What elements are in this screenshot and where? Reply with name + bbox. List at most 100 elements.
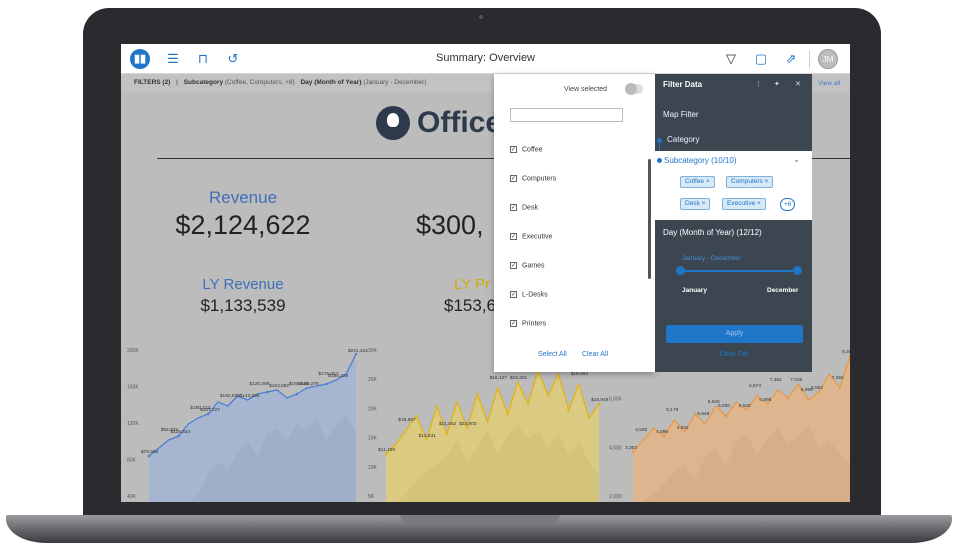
profit-chart-tick-label: 30K [368, 348, 378, 354]
orders-chart-data-label: 6,562 [811, 385, 823, 391]
revenue-chart-point [295, 392, 299, 396]
revenue-chart-data-label: $120,289 [249, 381, 269, 387]
range-start-label: January [682, 287, 707, 294]
option-label: Executive [522, 233, 553, 241]
revenue-chart-tick-label: 200K [127, 348, 139, 354]
option-label: Computers [522, 175, 557, 183]
filter-panel-title: Filter Data [663, 80, 703, 89]
orders-chart-data-label: 7,035 [790, 377, 802, 383]
revenue-chart-point [206, 412, 210, 416]
revenue-chart-data-label: $116,924 [171, 429, 191, 435]
profit-chart-tick-label: 5K [368, 494, 375, 500]
profit-chart-data-label: $16,127 [490, 375, 508, 381]
filter-subcategory-name: Subcategory [183, 79, 224, 86]
orders-chart-tick-label: 2,000 [609, 494, 622, 500]
slider-start-handle[interactable] [676, 266, 685, 275]
profit-value: $300, [416, 210, 484, 240]
revenue-chart-data-label: $70,666 [141, 449, 159, 455]
dropdown-option[interactable]: ✓ Desk [510, 204, 538, 211]
profit-chart-tick-label: 10K [368, 465, 378, 471]
filter-chip[interactable]: Coffee × [680, 176, 715, 188]
subcategory-title[interactable]: Subcategory (10/10) [664, 156, 737, 165]
slider-end-handle[interactable] [793, 266, 802, 275]
checkbox-icon[interactable]: ✓ [510, 204, 517, 211]
orders-chart-data-label: 4,944 [677, 425, 689, 431]
view-all-link[interactable]: View all [818, 80, 840, 87]
clear-all-link[interactable]: Clear All [582, 351, 608, 358]
select-all-link[interactable]: Select All [538, 351, 567, 358]
ly-profit-label: LY Pr [454, 276, 491, 293]
checkbox-icon[interactable]: ✓ [510, 233, 517, 240]
profit-chart-data-label: $21,562 [439, 421, 457, 427]
checkbox-icon[interactable]: ✓ [510, 320, 517, 327]
revenue-chart-data-label: $150,276 [299, 381, 319, 387]
profit-chart-point [567, 408, 570, 412]
avatar[interactable]: JM [818, 49, 838, 69]
orders-chart-point [786, 396, 790, 400]
pin-icon[interactable]: ✦ [774, 80, 780, 88]
dropdown-scrollbar[interactable] [648, 159, 651, 279]
dropdown-option[interactable]: ✓ Executive [510, 233, 552, 240]
revenue-label: Revenue [208, 188, 278, 207]
orders-chart-data-label: 5,830 [718, 403, 730, 409]
more-chips-badge[interactable]: +6 [780, 198, 796, 211]
revenue-chart-tick-label: 40K [127, 494, 137, 500]
filter-chip[interactable]: Computers × [726, 176, 774, 188]
view-selected-toggle[interactable] [625, 83, 643, 95]
orders-chart-point [848, 354, 850, 358]
share-icon[interactable]: ⇗ [781, 49, 801, 69]
dropdown-option[interactable]: ✓ Games [510, 262, 545, 269]
orders-chart-data-label: 5,179 [666, 407, 678, 413]
day-filter-title[interactable]: Day (Month of Year) (12/12) [663, 228, 762, 237]
profit-chart-point [476, 392, 479, 396]
more-icon[interactable]: ⋮ [755, 80, 762, 88]
top-toolbar: ▮▮ ☰ ⊓ ↺ Summary: Overview ▽ ▢ ⇗ JM [121, 44, 850, 74]
revenue-chart-data-label: $143,086 [240, 393, 260, 399]
orders-chart-point [662, 434, 666, 438]
revenue-chart-data-label: $162,533 [220, 393, 240, 399]
checkbox-icon[interactable]: ✓ [510, 146, 517, 153]
month-range-slider[interactable] [679, 270, 797, 272]
option-label: Coffee [522, 146, 543, 154]
revenue-chart-data-label: $163,992 [269, 383, 289, 389]
filters-count: FILTERS (2) [134, 79, 171, 86]
filter-chip[interactable]: Executive × [722, 198, 766, 210]
filter-icon[interactable]: ▽ [721, 49, 741, 69]
app-screen: ▮▮ ☰ ⊓ ↺ Summary: Overview ▽ ▢ ⇗ JM FILT… [121, 44, 850, 502]
tree-dot-icon [657, 138, 662, 143]
clear-filters-link[interactable]: Clear Filt [655, 351, 812, 358]
close-icon[interactable]: ✕ [795, 80, 801, 88]
orders-chart-data-label: 6,674 [749, 383, 761, 389]
map-filter-item[interactable]: Map Filter [663, 110, 699, 119]
comment-icon[interactable]: ▢ [751, 49, 771, 69]
orders-chart-data-label: 4,096 [656, 429, 668, 435]
checkbox-icon[interactable]: ✓ [510, 175, 517, 182]
category-item[interactable]: Category [667, 135, 699, 144]
revenue-chart-point [177, 434, 180, 438]
filter-separator: | [176, 79, 178, 86]
option-label: Printers [522, 320, 547, 328]
revenue-chart-data-label: $107,227 [200, 407, 220, 413]
laptop-mockup: ▮▮ ☰ ⊓ ↺ Summary: Overview ▽ ▢ ⇗ JM FILT… [0, 0, 958, 550]
checkbox-icon[interactable]: ✓ [510, 291, 517, 298]
filter-chip[interactable]: Desk × [680, 198, 711, 210]
dropdown-option[interactable]: ✓ Coffee [510, 146, 543, 153]
orders-chart-point [755, 394, 759, 398]
dropdown-option[interactable]: ✓ Computers [510, 175, 556, 182]
profit-chart-data-label: $18,949 [591, 397, 609, 403]
orders-chart-data-label: 3,302 [625, 445, 637, 451]
apply-button[interactable]: Apply [666, 325, 803, 343]
orders-chart-data-label: 5,848 [697, 411, 709, 417]
profit-chart-tick-label: 20K [368, 406, 378, 412]
subcategory-section[interactable]: Subcategory (10/10) ⌄ Coffee × Computers … [655, 151, 812, 220]
search-input[interactable] [510, 108, 623, 122]
checkbox-icon[interactable]: ✓ [510, 262, 517, 269]
orders-chart-point [631, 450, 635, 454]
chevron-down-icon[interactable]: ⌄ [793, 155, 800, 164]
profit-chart-point [506, 412, 510, 416]
profit-chart-data-label: $13,531 [419, 433, 437, 439]
dropdown-option[interactable]: ✓ Printers [510, 320, 546, 327]
office-person-logo-icon [376, 106, 410, 140]
subcategory-dropdown[interactable]: View selected ✓ Coffee ✓ Computers ✓ Desk ✓ Exe… [494, 74, 655, 372]
dropdown-option[interactable]: ✓ L-Desks [510, 291, 548, 298]
